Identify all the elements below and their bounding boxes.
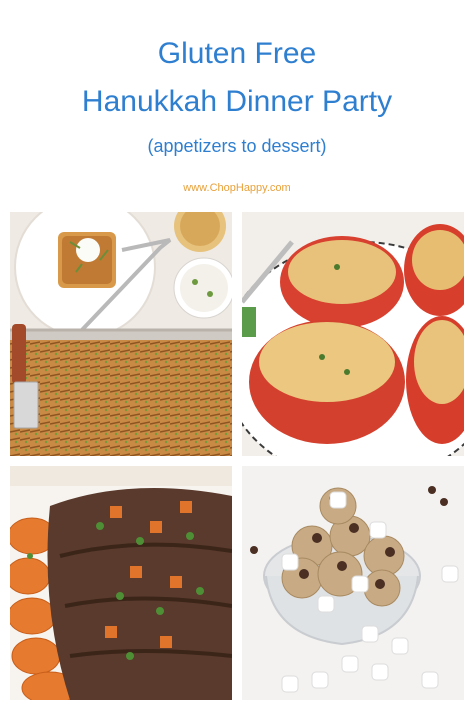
page-title-line2: Hanukkah Dinner Party	[81, 85, 393, 118]
cookie-dough-dessert-photo	[242, 466, 464, 700]
website-link[interactable]: www.ChopHappy.com	[0, 182, 474, 194]
page-subtitle: (appetizers to dessert)	[147, 136, 327, 156]
brisket-carrots-photo	[10, 466, 232, 700]
latke-appetizer-photo	[10, 212, 232, 456]
page-title-line1: Gluten Free	[157, 37, 317, 70]
stuffed-tomatoes-photo	[242, 212, 464, 456]
